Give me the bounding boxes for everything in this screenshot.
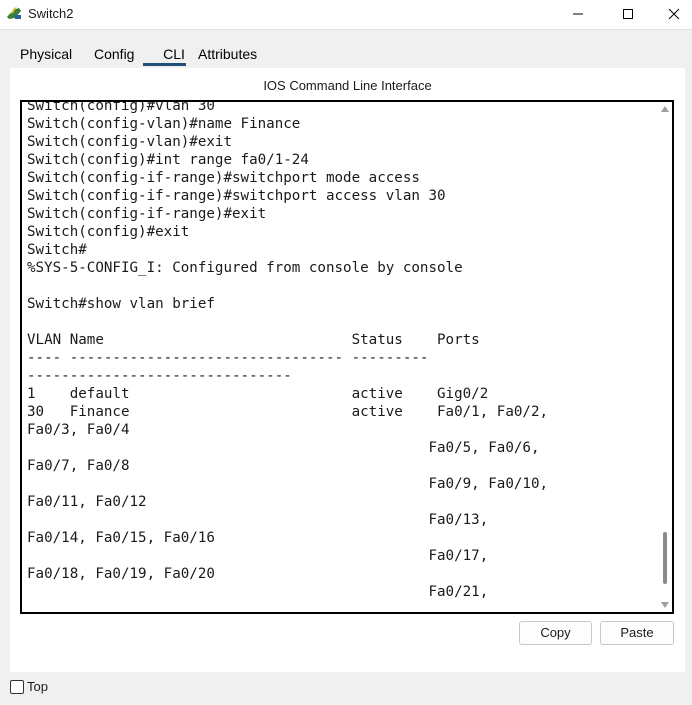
close-button[interactable] (651, 0, 692, 28)
terminal-line: Fa0/14, Fa0/15, Fa0/16 (27, 530, 215, 546)
active-tab-indicator (143, 63, 186, 66)
cli-heading: IOS Command Line Interface (263, 78, 432, 93)
minimize-button[interactable] (555, 0, 601, 28)
terminal-line: Fa0/9, Fa0/10, (27, 476, 549, 492)
switch-app-icon (6, 5, 22, 21)
terminal-line: Switch(config-if-range)#switchport mode … (27, 170, 420, 186)
window-title: Switch2 (28, 6, 74, 21)
terminal-scrollbar[interactable] (658, 102, 672, 612)
paste-button[interactable]: Paste (600, 621, 674, 645)
terminal-line: 30 Finance active Fa0/1, Fa0/2, (27, 404, 549, 420)
terminal-line: Switch(config)#int range fa0/1-24 (27, 152, 309, 168)
terminal-line: Fa0/3, Fa0/4 (27, 422, 130, 438)
terminal-line: Fa0/5, Fa0/6, (27, 440, 540, 456)
terminal-line: Switch(config-if-range)#exit (27, 206, 267, 222)
terminal-line: Switch(config)#exit (27, 224, 190, 240)
terminal-line: 1 default active Gig0/2 (27, 386, 489, 402)
tab-config[interactable]: Config (94, 40, 134, 68)
scroll-up-arrow-icon[interactable] (661, 106, 669, 112)
terminal-output: Switch(config)#vlan 30 Switch(config-vlan… (27, 100, 652, 601)
scroll-down-arrow-icon[interactable] (661, 602, 669, 608)
cli-panel: IOS Command Line Interface Switch(config… (10, 68, 685, 672)
terminal-line: Fa0/18, Fa0/19, Fa0/20 (27, 566, 215, 582)
terminal-line: ------------------------------- (27, 368, 292, 384)
terminal-line: Switch(config)#vlan 30 (27, 100, 215, 114)
scroll-thumb[interactable] (663, 532, 667, 584)
terminal-line: Switch(config-vlan)#name Finance (27, 116, 301, 132)
top-checkbox-label: Top (27, 679, 48, 694)
top-checkbox[interactable] (10, 680, 24, 694)
terminal-line: Fa0/21, (27, 584, 489, 600)
copy-button[interactable]: Copy (519, 621, 592, 645)
terminal-line: ---- -------------------------------- --… (27, 350, 429, 366)
tab-attributes[interactable]: Attributes (198, 40, 257, 68)
cli-terminal[interactable]: Switch(config)#vlan 30 Switch(config-vlan… (20, 100, 674, 614)
terminal-line: Switch# (27, 242, 87, 258)
title-bar[interactable]: Switch2 (0, 0, 692, 30)
terminal-line: %SYS-5-CONFIG_I: Configured from console… (27, 260, 463, 276)
terminal-line: Switch(config-vlan)#exit (27, 134, 232, 150)
maximize-button[interactable] (605, 0, 651, 28)
terminal-line: Fa0/7, Fa0/8 (27, 458, 130, 474)
tab-physical[interactable]: Physical (20, 40, 72, 68)
terminal-line: Switch(config-if-range)#switchport acces… (27, 188, 446, 204)
terminal-line: Fa0/11, Fa0/12 (27, 494, 147, 510)
terminal-line: VLAN Name Status Ports (27, 332, 480, 348)
terminal-line: Fa0/17, (27, 548, 489, 564)
terminal-line: Switch#show vlan brief (27, 296, 215, 312)
terminal-line: Fa0/13, (27, 512, 489, 528)
